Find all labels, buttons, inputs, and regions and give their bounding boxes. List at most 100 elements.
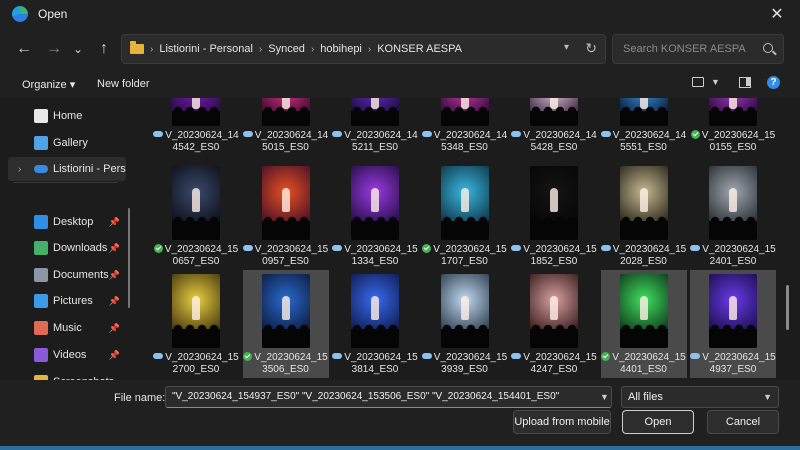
desktop-icon [34, 215, 48, 229]
up-button[interactable]: ↑ [92, 38, 116, 60]
breadcrumb-item[interactable]: Synced [268, 43, 305, 55]
file-item[interactable]: V_20230624_14 5428_ES0 [511, 98, 597, 158]
video-thumbnail [261, 274, 310, 348]
view-icon[interactable] [692, 77, 704, 87]
new-folder-button[interactable]: New folder [97, 78, 150, 90]
file-name-line: 4247_ES0 [530, 364, 578, 375]
sidebar-item[interactable]: Pictures 📌 [8, 289, 126, 313]
organize-button[interactable]: Organize ▾ [22, 78, 75, 91]
crowd-silhouette [530, 214, 578, 240]
cloud-icon [332, 131, 343, 137]
download-icon [34, 241, 48, 255]
file-item[interactable]: V_20230624_15 2700_ES0 [153, 270, 239, 378]
file-item[interactable]: V_20230624_15 1707_ES0 [422, 162, 508, 270]
file-item[interactable]: V_20230624_15 2028_ES0 [600, 162, 687, 270]
video-thumbnail [172, 274, 220, 348]
chevron-down-icon[interactable]: ▼ [600, 392, 609, 402]
performer-figure [639, 296, 648, 321]
file-type-value: All files [628, 391, 663, 403]
window-title: Open [38, 7, 68, 21]
file-item[interactable]: V_20230624_14 5211_ES0 [332, 98, 418, 158]
chevron-down-icon[interactable]: ▾ [564, 42, 569, 53]
edge-icon [12, 6, 28, 22]
performer-figure [639, 188, 648, 213]
forward-button[interactable]: → [42, 38, 66, 60]
help-icon[interactable]: ? [767, 76, 780, 89]
chevron-right-icon[interactable]: › [18, 164, 21, 175]
file-item[interactable]: V_20230624_15 0957_ES0 [242, 162, 329, 270]
file-name-line: 2401_ES0 [709, 256, 757, 267]
file-name-line: 3939_ES0 [441, 364, 488, 375]
file-name-line: 5348_ES0 [441, 142, 488, 153]
video-thumbnail [172, 98, 220, 126]
file-name-line: 0957_ES0 [262, 256, 309, 267]
scrollbar[interactable] [786, 285, 789, 330]
sidebar-item[interactable]: Home [8, 104, 126, 128]
file-item[interactable]: V_20230624_14 5348_ES0 [421, 98, 508, 158]
breadcrumb-item[interactable]: hobihepi [320, 43, 362, 55]
file-item[interactable]: V_20230624_15 2401_ES0 [690, 162, 776, 270]
home-icon [34, 109, 48, 123]
chevron-down-icon: ▼ [763, 392, 772, 402]
sidebar-item-label: Desktop [53, 216, 94, 228]
close-button[interactable]: ✕ [762, 2, 792, 26]
file-item[interactable]: V_20230624_14 5551_ES0 [600, 98, 687, 158]
crowd-silhouette [709, 104, 757, 126]
sidebar-item[interactable]: Documents 📌 [8, 263, 126, 287]
sidebar-item[interactable]: Videos 📌 [8, 343, 126, 367]
file-item[interactable]: V_20230624_15 4401_ES0 [600, 270, 687, 378]
open-button[interactable]: Open [622, 410, 694, 434]
video-thumbnail [709, 166, 757, 240]
file-name: V_20230624_15 0155_ES0 [690, 130, 776, 154]
file-item[interactable]: V_20230624_15 4937_ES0 [690, 270, 776, 378]
file-item[interactable]: V_20230624_15 0155_ES0 [690, 98, 776, 158]
file-item[interactable]: V_20230624_14 5015_ES0 [242, 98, 329, 158]
file-item[interactable]: V_20230624_15 1852_ES0 [511, 162, 597, 270]
address-bar[interactable]: › Listiorini - Personal › Synced › hobih… [121, 34, 606, 64]
file-item[interactable]: V_20230624_14 4542_ES0 [153, 98, 239, 158]
file-name: V_20230624_15 1852_ES0 [511, 244, 597, 268]
file-item[interactable]: V_20230624_15 3506_ES0 [242, 270, 329, 378]
sidebar-item[interactable]: Desktop 📌 [8, 210, 126, 234]
file-type-select[interactable]: All files ▼ [621, 386, 779, 408]
file-name-input[interactable]: "V_20230624_154937_ES0" "V_20230624_1535… [165, 386, 612, 408]
pin-icon: 📌 [108, 269, 120, 280]
file-name-line: V_20230624_15 [702, 244, 776, 255]
dialog-footer: File name: "V_20230624_154937_ES0" "V_20… [0, 380, 800, 450]
file-item[interactable]: V_20230624_15 0657_ES0 [153, 162, 239, 270]
refresh-icon[interactable]: ↻ [585, 40, 597, 57]
sidebar-item[interactable]: Downloads 📌 [8, 236, 126, 260]
file-item[interactable]: V_20230624_15 4247_ES0 [511, 270, 597, 378]
file-name-line: V_20230624_15 [433, 352, 508, 363]
sidebar-item[interactable]: › Listiorini - Perso [8, 157, 126, 181]
scrollbar[interactable] [128, 208, 130, 308]
video-thumbnail [530, 98, 578, 126]
video-thumbnail [619, 166, 668, 240]
breadcrumb-item[interactable]: Listiorini - Personal [159, 43, 253, 55]
file-name: V_20230624_15 3814_ES0 [332, 352, 418, 376]
file-item[interactable]: V_20230624_15 1334_ES0 [332, 162, 418, 270]
back-button[interactable]: ← [12, 38, 36, 60]
cancel-button[interactable]: Cancel [707, 410, 779, 434]
file-name: V_20230624_15 0957_ES0 [242, 244, 329, 268]
sidebar-item[interactable]: Gallery [8, 131, 126, 155]
file-item[interactable]: V_20230624_15 3939_ES0 [421, 270, 508, 378]
preview-pane-icon[interactable] [739, 77, 751, 88]
recent-locations-button[interactable]: ⌄ [66, 38, 90, 60]
search-icon[interactable] [763, 43, 773, 53]
cloud-icon [421, 353, 432, 359]
breadcrumb-item[interactable]: KONSER AESPA [377, 43, 462, 55]
upload-from-mobile-button[interactable]: Upload from mobile [513, 410, 611, 434]
navigation-bar: ← → ⌄ ↑ › Listiorini - Personal › Synced… [0, 28, 800, 70]
sidebar-item[interactable]: Music 📌 [8, 316, 126, 340]
video-thumbnail [440, 98, 489, 126]
video-thumbnail [440, 274, 489, 348]
file-name: V_20230624_15 0657_ES0 [153, 244, 239, 268]
file-name-line: V_20230624_14 [254, 130, 329, 141]
chevron-down-icon[interactable]: ▼ [711, 77, 720, 87]
search-input[interactable]: Search KONSER AESPA [612, 34, 784, 64]
file-item[interactable]: V_20230624_15 3814_ES0 [332, 270, 418, 378]
file-name-line: V_20230624_14 [612, 130, 687, 141]
file-name-line: 1707_ES0 [441, 256, 488, 267]
sidebar-item[interactable]: Screenshots [8, 370, 126, 380]
